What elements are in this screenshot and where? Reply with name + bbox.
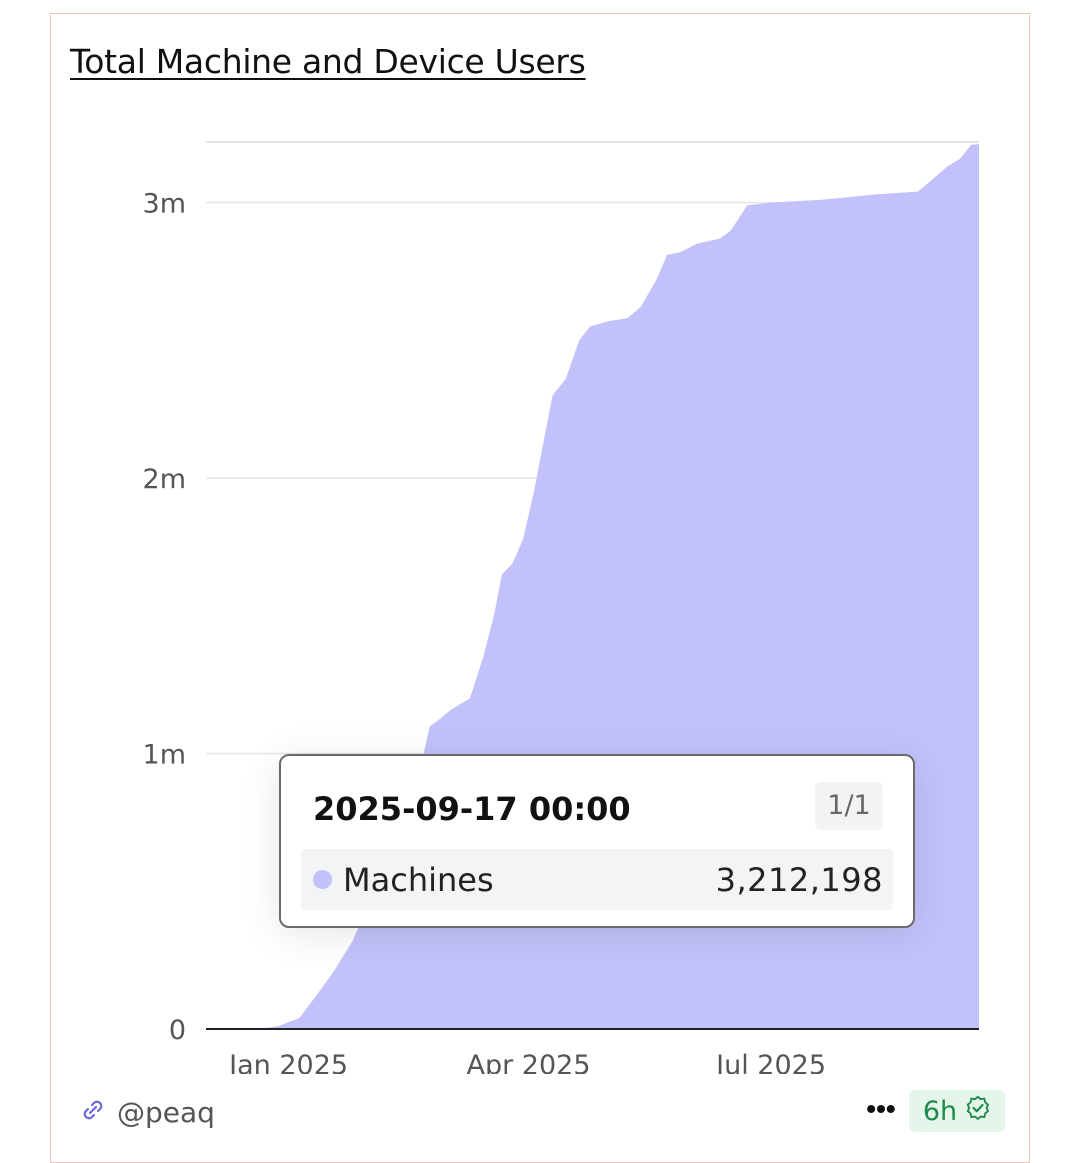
author-name: @peaq [117,1095,215,1129]
tooltip-series-name: Machines [343,861,494,899]
author-link[interactable]: @peaq [81,1094,215,1130]
x-tick-label: Jan 2025 [227,1050,348,1074]
tooltip-series-value: 3,212,198 [715,861,883,899]
y-tick-label: 2m [143,464,186,495]
more-horizontal-icon[interactable]: ••• [863,1094,899,1130]
tooltip-series-row: Machines 3,212,198 [301,849,893,910]
tooltip-date: 2025-09-17 00:00 [313,790,631,828]
link-icon [81,1096,105,1129]
y-tick-label: 1m [143,740,186,771]
x-tick-label: Apr 2025 [467,1050,591,1074]
y-tick-label: 3m [143,189,186,220]
x-tick-label: Jul 2025 [714,1050,826,1074]
y-tick-label: 0 [169,1015,186,1046]
chart-tooltip: 2025-09-17 00:00 1/1 Machines 3,212,198 [279,754,915,928]
series-color-dot [313,870,332,889]
tooltip-page-indicator: 1/1 [815,782,883,830]
refresh-interval: 6h [922,1095,958,1127]
chart-card: Total Machine and Device Users 0 1m 2m 3m Ja… [50,13,1030,1163]
refresh-badge: 6h [909,1090,1005,1132]
verified-check-icon [965,1095,991,1128]
